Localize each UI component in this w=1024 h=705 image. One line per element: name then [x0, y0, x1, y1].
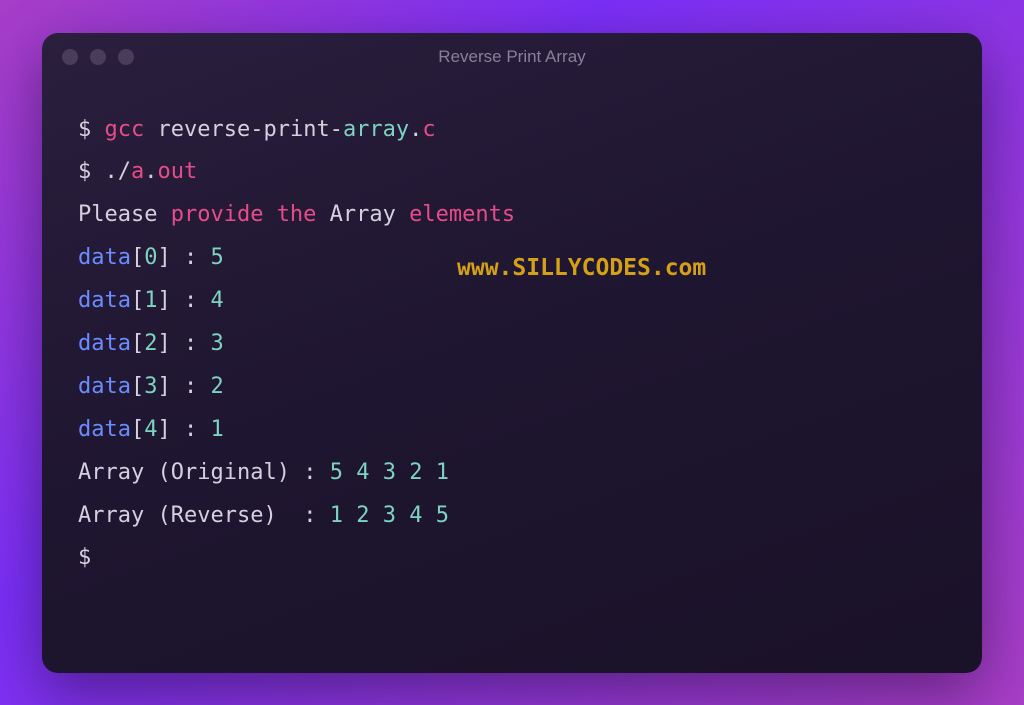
data-row: data[2] : 3 [78, 323, 946, 366]
minimize-icon[interactable] [90, 49, 106, 65]
filename-array: array [343, 117, 409, 142]
executable-out: out [158, 159, 198, 184]
terminal-body[interactable]: $ gcc reverse-print-array.c $ ./a.out Pl… [42, 81, 982, 673]
data-row: data[3] : 2 [78, 366, 946, 409]
maximize-icon[interactable] [118, 49, 134, 65]
prompt: $ [78, 545, 91, 570]
command-line-1: $ gcc reverse-print-array.c [78, 109, 946, 152]
gcc-command: gcc [105, 117, 145, 142]
prompt: $ [78, 117, 105, 142]
window-controls [62, 49, 134, 65]
prompt-line: $ [78, 537, 946, 580]
array-reverse-line: Array (Reverse) : 1 2 3 4 5 [78, 495, 946, 538]
close-icon[interactable] [62, 49, 78, 65]
array-original-line: Array (Original) : 5 4 3 2 1 [78, 452, 946, 495]
command-line-2: $ ./a.out [78, 151, 946, 194]
window-title: Reverse Print Array [62, 47, 962, 67]
title-bar: Reverse Print Array [42, 33, 982, 81]
prompt: $ [78, 159, 105, 184]
filename-part: reverse-print- [158, 117, 343, 142]
executable-a: a [131, 159, 144, 184]
terminal-window: Reverse Print Array $ gcc reverse-print-… [42, 33, 982, 673]
watermark-text: www.SILLYCODES.com [457, 246, 706, 291]
file-extension: c [422, 117, 435, 142]
output-prompt-line: Please provide the Array elements [78, 194, 946, 237]
data-row: data[4] : 1 [78, 409, 946, 452]
